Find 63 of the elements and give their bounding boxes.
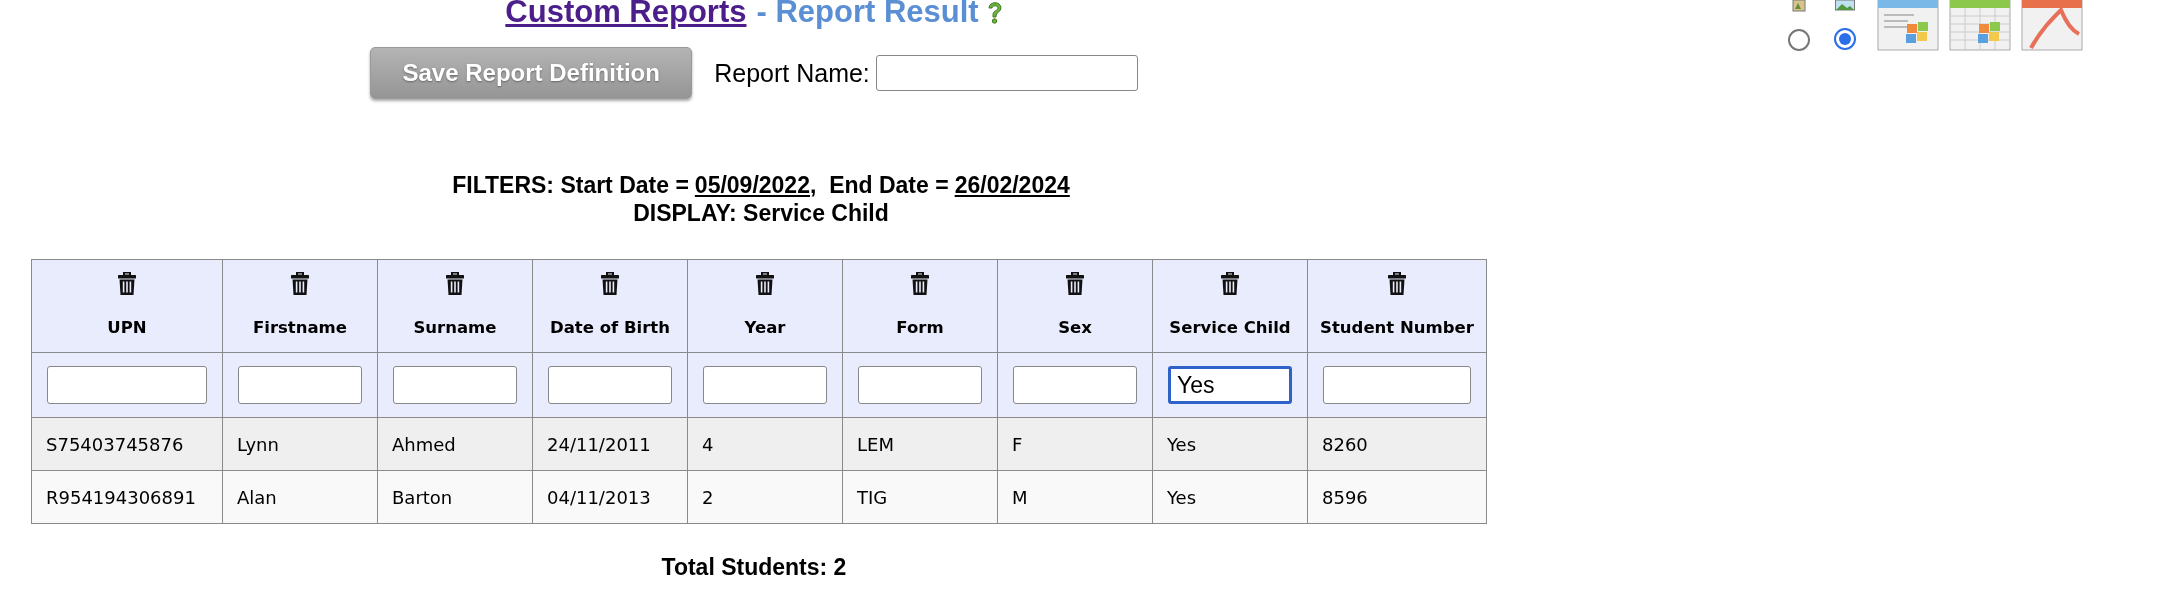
radio-button[interactable]: [1834, 28, 1856, 50]
start-date: 05/09/2022: [694, 171, 810, 199]
display-label: DISPLAY: Service Child: [633, 199, 889, 227]
table-cell: Yes: [1152, 417, 1308, 471]
spreadsheet-icon[interactable]: [1949, 0, 2011, 52]
trash-icon[interactable]: [600, 272, 620, 296]
word-document-icon[interactable]: [1877, 0, 1939, 52]
trash-icon[interactable]: [1220, 272, 1240, 296]
table-cell: LEM: [842, 417, 998, 471]
help-icon[interactable]: [986, 0, 1003, 24]
end-date: 26/02/2024: [954, 171, 1070, 199]
filter-field[interactable]: [703, 366, 827, 404]
filter-field[interactable]: [1323, 366, 1471, 404]
table-cell: F: [997, 417, 1153, 471]
filter-field[interactable]: [47, 366, 207, 404]
filters-label: FILTERS: Start Date =: [452, 171, 689, 199]
column-header: Student Number: [1307, 259, 1487, 353]
table-cell: Ahmed: [377, 417, 533, 471]
trash-icon[interactable]: [755, 272, 775, 296]
landscape-image-icon: [1835, 0, 1855, 11]
trash-icon[interactable]: [117, 272, 137, 296]
table-cell: 2: [687, 470, 843, 524]
filter-field[interactable]: [548, 366, 672, 404]
table-cell: R954194306891: [31, 470, 223, 524]
column-header: Form: [842, 259, 998, 353]
table-cell: Barton: [377, 470, 533, 524]
custom-reports-link[interactable]: Custom Reports: [505, 0, 747, 30]
table-cell: 4: [687, 417, 843, 471]
total-students: Total Students: 2: [661, 554, 847, 581]
filter-field[interactable]: Yes: [1168, 366, 1292, 404]
filter-field[interactable]: [238, 366, 362, 404]
portrait-image-icon: [1792, 0, 1806, 12]
trash-icon[interactable]: [1387, 272, 1407, 296]
column-header: Date of Birth: [532, 259, 688, 353]
column-header: Firstname: [222, 259, 378, 353]
column-header: Year: [687, 259, 843, 353]
table-cell: 24/11/2011: [532, 417, 688, 471]
column-header: Sex: [997, 259, 1153, 353]
pdf-file-icon[interactable]: [2021, 0, 2083, 52]
page-title: - Report Result: [756, 0, 979, 30]
filter-field[interactable]: [1013, 366, 1137, 404]
table-cell: Yes: [1152, 470, 1308, 524]
report-name-label: Report Name:: [714, 58, 870, 88]
table-cell: Lynn: [222, 417, 378, 471]
column-header: Service Child: [1152, 259, 1308, 353]
filter-field[interactable]: [858, 366, 982, 404]
table-cell: 04/11/2013: [532, 470, 688, 524]
table-cell: 8260: [1307, 417, 1487, 471]
table-cell: TIG: [842, 470, 998, 524]
trash-icon[interactable]: [910, 272, 930, 296]
trash-icon[interactable]: [290, 272, 310, 296]
table-cell: S75403745876: [31, 417, 223, 471]
table-cell: 8596: [1307, 470, 1487, 524]
end-date-label: , End Date =: [809, 171, 949, 199]
table-cell: Alan: [222, 470, 378, 524]
radio-button[interactable]: [1788, 29, 1810, 51]
column-header: Surname: [377, 259, 533, 353]
trash-icon[interactable]: [445, 272, 465, 296]
report-name-field[interactable]: [875, 55, 1138, 91]
filter-field[interactable]: [393, 366, 517, 404]
table-cell: M: [997, 470, 1153, 524]
trash-icon[interactable]: [1065, 272, 1085, 296]
column-header: UPN: [31, 259, 223, 353]
